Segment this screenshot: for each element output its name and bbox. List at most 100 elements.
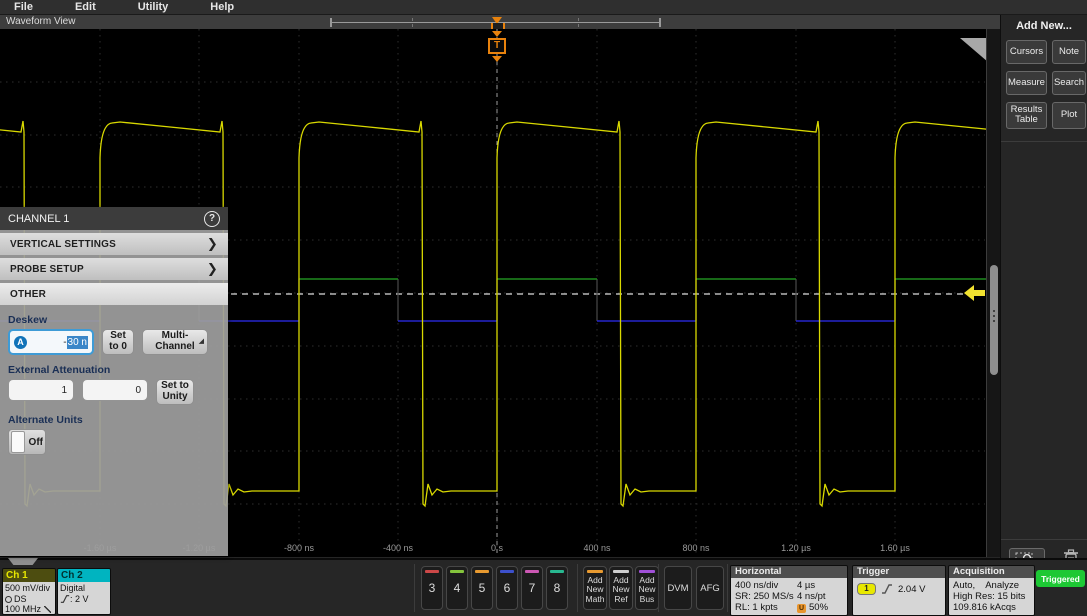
acquisition-title: Acquisition <box>949 566 1034 578</box>
dvm-button[interactable]: DVM <box>664 566 692 610</box>
external-attenuation-label: External Attenuation <box>8 364 228 376</box>
horizontal-window: 4 µs <box>797 580 843 591</box>
channel-6-button[interactable]: 6 <box>496 566 518 610</box>
scrollbar-handle[interactable] <box>990 265 998 375</box>
add-new-ref-button[interactable]: Add New Ref <box>609 566 633 610</box>
ruler-right-cap <box>659 18 661 27</box>
attenuation-ratio-input[interactable]: 1 <box>8 379 74 401</box>
set-to-unity-button[interactable]: Set to Unity <box>156 379 194 405</box>
channel-color-stripe <box>639 570 655 573</box>
trigger-marker-tip-icon <box>492 56 502 62</box>
menu-edit[interactable]: Edit <box>75 1 96 13</box>
channel-2-name: Ch 2 <box>58 569 110 582</box>
add-cursors-button[interactable]: Cursors <box>1006 40 1047 64</box>
channel-color-stripe <box>475 570 489 573</box>
dialog-header[interactable]: CHANNEL 1 ? <box>0 207 228 230</box>
acquisition-resolution: High Res: 15 bits <box>953 591 1030 602</box>
channel-8-button[interactable]: 8 <box>546 566 568 610</box>
channel-color-stripe <box>450 570 464 573</box>
ruler-tick <box>578 18 580 27</box>
multipurpose-a-icon: A <box>14 336 27 349</box>
help-icon[interactable]: ? <box>204 211 220 227</box>
waveform-view-titlebar: Waveform View <box>0 15 1000 30</box>
horizontal-panel[interactable]: Horizontal 400 ns/div 4 µs SR: 250 MS/s … <box>730 565 848 616</box>
channel-1-name: Ch 1 <box>3 569 55 582</box>
alternate-units-label: Alternate Units <box>8 414 228 426</box>
channel-color-stripe <box>550 570 564 573</box>
waveform-scrollbar[interactable] <box>986 29 1001 557</box>
trigger-marker-arrow-icon <box>492 31 502 37</box>
ch2-mode: Digital <box>60 583 108 594</box>
add-note-button[interactable]: Note <box>1052 40 1086 64</box>
multi-channel-label: Multi- Channel <box>155 331 194 353</box>
multi-channel-button[interactable]: Multi- Channel ◢ <box>142 329 208 355</box>
channel-4-button[interactable]: 4 <box>446 566 468 610</box>
menu-file[interactable]: File <box>14 1 33 13</box>
probe-icon <box>5 596 12 603</box>
section-label: VERTICAL SETTINGS <box>10 239 116 250</box>
section-probe-setup[interactable]: PROBE SETUP ❯ <box>0 258 228 280</box>
x-axis-label: 800 ns <box>682 543 709 553</box>
add-measure-button[interactable]: Measure <box>1006 71 1047 95</box>
channel-color-stripe <box>613 570 629 573</box>
menu-help[interactable]: Help <box>210 1 234 13</box>
ch2-threshold-row: : 2 V <box>60 594 108 605</box>
digital-edge-lines <box>100 279 995 321</box>
trigger-source-badge: 1 <box>857 583 876 595</box>
ruler-tick <box>412 18 414 27</box>
x-axis-label: 1.20 µs <box>781 543 811 553</box>
menu-utility[interactable]: Utility <box>138 1 169 13</box>
acquisition-count: 109.816 kAcqs <box>953 602 1030 613</box>
sample-interval: 4 ns/pt <box>797 591 843 602</box>
chevron-right-icon: ❯ <box>207 261 218 277</box>
add-plot-button[interactable]: Plot <box>1052 102 1086 129</box>
channel-color-stripe <box>525 570 539 573</box>
trigger-level-arrow-icon[interactable] <box>964 285 986 301</box>
x-axis-label: 1.60 µs <box>880 543 910 553</box>
add-new-bus-button[interactable]: Add New Bus <box>635 566 659 610</box>
section-vertical-settings[interactable]: VERTICAL SETTINGS ❯ <box>0 233 228 255</box>
section-label: PROBE SETUP <box>10 264 84 275</box>
attenuation-db-input[interactable]: 0 <box>82 379 148 401</box>
ch1-bandwidth-row: 100 MHz <box>5 604 53 615</box>
section-label: OTHER <box>10 289 46 300</box>
set-to-zero-button[interactable]: Set to 0 <box>102 329 134 355</box>
chevron-right-icon: ❯ <box>207 236 218 252</box>
toggle-state: Off <box>29 437 43 448</box>
afg-button[interactable]: AFG <box>696 566 724 610</box>
expansion-point-icon: U <box>797 604 806 613</box>
channel-1-badge[interactable]: Ch 1 500 mV/div DS 100 MHz <box>2 568 56 615</box>
menu-bar: File Edit Utility Help <box>0 0 1087 15</box>
trigger-marker-badge[interactable]: T <box>488 38 506 54</box>
rising-edge-icon <box>60 594 70 604</box>
drawer-handle[interactable] <box>8 558 38 565</box>
channel-5-button[interactable]: 5 <box>471 566 493 610</box>
acquisition-panel[interactable]: Acquisition Auto, Analyze High Res: 15 b… <box>948 565 1035 616</box>
toggle-knob <box>11 431 25 453</box>
channel-3-button[interactable]: 3 <box>421 566 443 610</box>
deskew-input[interactable]: A -30 n <box>8 329 94 355</box>
add-results-table-button[interactable]: Results Table <box>1006 102 1047 129</box>
alternate-units-toggle[interactable]: Off <box>8 429 46 455</box>
flyout-arrow-icon: ◢ <box>199 338 204 346</box>
x-axis-label: -400 ns <box>383 543 413 553</box>
trigger-title: Trigger <box>853 566 945 578</box>
section-other[interactable]: OTHER <box>0 283 228 305</box>
horizontal-title: Horizontal <box>731 566 847 578</box>
trigger-panel[interactable]: Trigger 1 2.04 V <box>852 565 946 616</box>
channel-color-stripe <box>587 570 603 573</box>
trigger-marker[interactable]: T <box>487 31 507 61</box>
waveform-view-title: Waveform View <box>6 16 75 27</box>
bandwidth-icon <box>44 606 51 613</box>
sample-rate: SR: 250 MS/s <box>735 591 797 602</box>
x-axis-label: -800 ns <box>284 543 314 553</box>
channel-2-badge[interactable]: Ch 2 Digital : 2 V <box>57 568 111 615</box>
triggered-status-badge: Triggered <box>1036 570 1085 587</box>
trigger-level-value: 2.04 V <box>898 584 925 595</box>
add-search-button[interactable]: Search <box>1052 71 1086 95</box>
channel-7-button[interactable]: 7 <box>521 566 543 610</box>
settings-bar: Ch 1 500 mV/div DS 100 MHz Ch 2 Digital … <box>0 558 1087 614</box>
x-axis-label: 0 s <box>491 543 503 553</box>
add-new-math-button[interactable]: Add New Math <box>583 566 607 610</box>
acquisition-mode: Auto, Analyze <box>953 580 1030 591</box>
